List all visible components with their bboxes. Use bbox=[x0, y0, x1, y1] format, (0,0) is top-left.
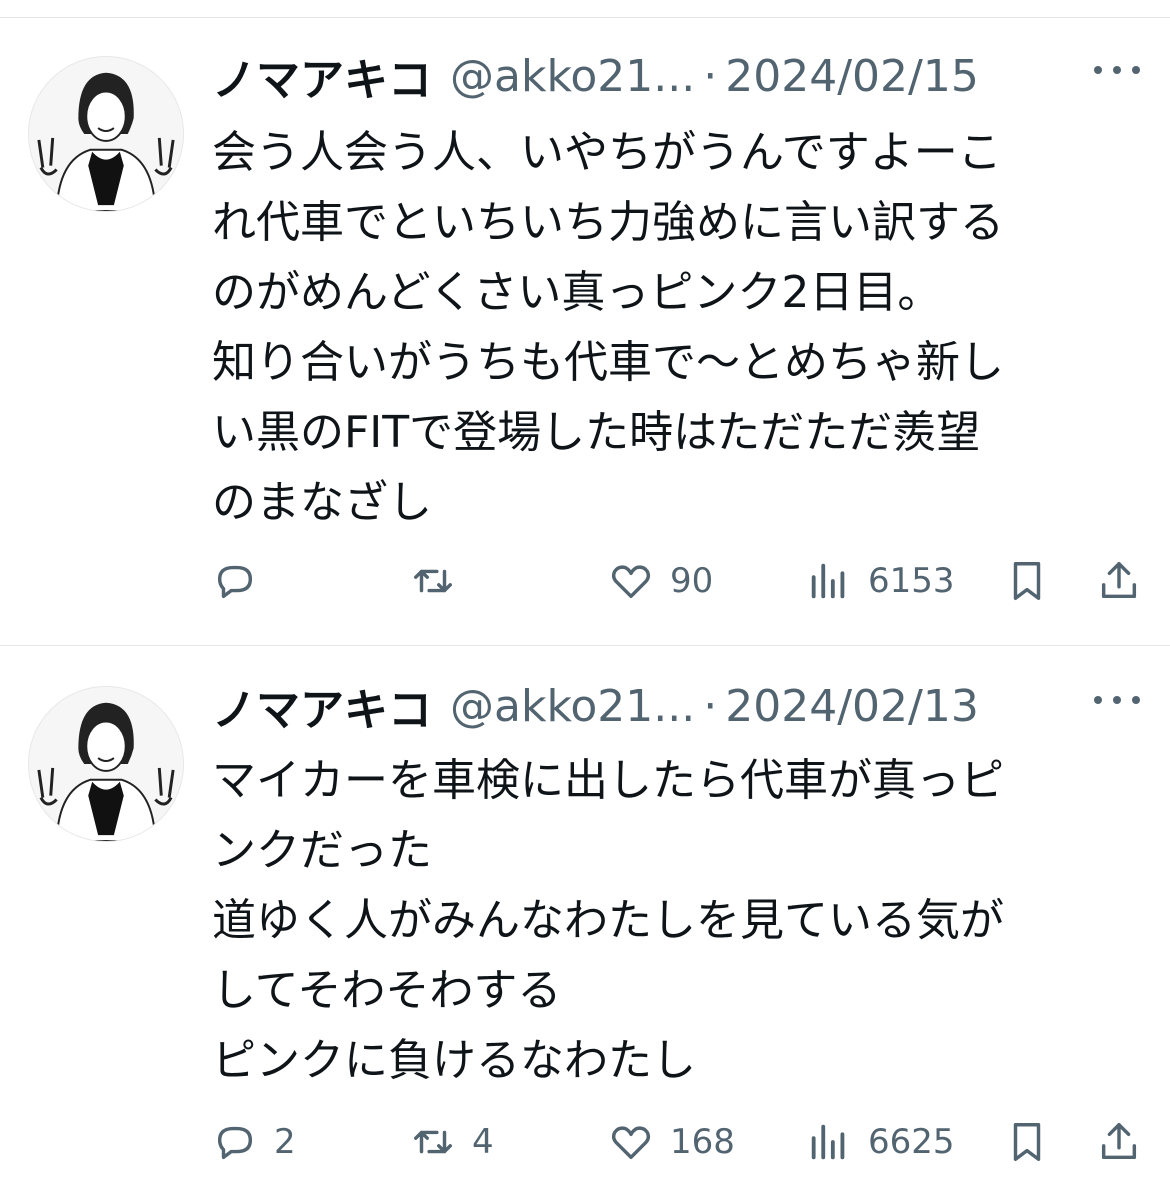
reply-button[interactable] bbox=[212, 557, 274, 605]
tweet-text-line: 道ゆく人がみんなわたしを見ている気が bbox=[212, 895, 1004, 946]
avatar[interactable] bbox=[28, 56, 184, 212]
like-count: 168 bbox=[670, 1122, 735, 1162]
like-count: 90 bbox=[670, 561, 714, 601]
bookmark-button[interactable] bbox=[1004, 1118, 1050, 1166]
tweet-text: 会う人会う人、いやちがうんですよーこ れ代車でといちいち力強めに言い訳する のが… bbox=[212, 118, 1132, 538]
avatar-illustration bbox=[29, 687, 183, 841]
tweet-text-line: してそわそわする bbox=[212, 965, 562, 1016]
share-icon bbox=[1101, 562, 1137, 599]
views-count: 6153 bbox=[868, 561, 955, 601]
avatar-illustration bbox=[29, 57, 183, 211]
tweet-header: ノマアキコ @akko21... · 2024/02/15 bbox=[212, 46, 1140, 106]
retweet-button[interactable] bbox=[410, 557, 472, 605]
retweet-count: 4 bbox=[472, 1122, 494, 1162]
tweet-text-line: ピンクに負けるなわたし bbox=[212, 1035, 696, 1086]
share-button[interactable] bbox=[1096, 557, 1142, 605]
tweet[interactable]: ノマアキコ @akko21... · 2024/02/15 会う人会う人、いやち… bbox=[0, 0, 1170, 645]
author-handle[interactable]: @akko21... bbox=[450, 51, 695, 102]
more-icon[interactable] bbox=[1094, 684, 1140, 714]
reply-icon bbox=[217, 565, 253, 599]
reply-button[interactable]: 2 bbox=[212, 1118, 296, 1166]
tweet-text-line: のがめんどくさい真っピンク2日目。 bbox=[212, 267, 942, 318]
tweet-text-line: マイカーを車検に出したら代車が真っピ bbox=[212, 755, 1004, 806]
retweet-icon bbox=[414, 569, 452, 593]
views-icon bbox=[811, 1124, 845, 1160]
separator: · bbox=[703, 50, 718, 102]
share-button[interactable] bbox=[1096, 1118, 1142, 1166]
tweet-date[interactable]: 2024/02/15 bbox=[725, 51, 979, 102]
reply-count: 2 bbox=[274, 1122, 296, 1162]
views-icon bbox=[811, 563, 845, 599]
like-button[interactable]: 168 bbox=[608, 1118, 735, 1166]
retweet-button[interactable]: 4 bbox=[410, 1118, 494, 1166]
tweet-text-line: れ代車でといちいち力強めに言い訳する bbox=[212, 197, 1004, 248]
retweet-icon bbox=[414, 1130, 452, 1154]
action-bar: 2 4 168 6625 bbox=[212, 1118, 1144, 1166]
reply-icon bbox=[217, 1126, 253, 1160]
share-icon bbox=[1101, 1123, 1137, 1160]
tweet-date[interactable]: 2024/02/13 bbox=[725, 681, 979, 732]
author-name[interactable]: ノマアキコ bbox=[212, 44, 432, 108]
bookmark-button[interactable] bbox=[1004, 557, 1050, 605]
tweet-header: ノマアキコ @akko21... · 2024/02/13 bbox=[212, 676, 1140, 736]
views-button[interactable]: 6153 bbox=[806, 557, 955, 605]
author-name[interactable]: ノマアキコ bbox=[212, 674, 432, 738]
heart-icon bbox=[611, 565, 651, 599]
views-button[interactable]: 6625 bbox=[806, 1118, 955, 1166]
bookmark-icon bbox=[1013, 1123, 1041, 1161]
tweet-text-line: のまなざし bbox=[212, 477, 432, 528]
separator: · bbox=[703, 680, 718, 732]
avatar[interactable] bbox=[28, 686, 184, 842]
author-handle[interactable]: @akko21... bbox=[450, 681, 695, 732]
heart-icon bbox=[611, 1126, 651, 1160]
tweet-text-line: 知り合いがうちも代車で〜とめちゃ新し bbox=[212, 337, 1004, 388]
more-icon[interactable] bbox=[1094, 54, 1140, 84]
views-count: 6625 bbox=[868, 1122, 955, 1162]
tweet-text: マイカーを車検に出したら代車が真っピ ンクだった 道ゆく人がみんなわたしを見てい… bbox=[212, 746, 1132, 1096]
tweet-text-line: 会う人会う人、いやちがうんですよーこ bbox=[212, 127, 1002, 178]
bookmark-icon bbox=[1013, 562, 1041, 600]
like-button[interactable]: 90 bbox=[608, 557, 713, 605]
tweet-text-line: ンクだった bbox=[212, 825, 432, 876]
tweet-text-line: い黒のFITで登場した時はただただ羨望 bbox=[212, 407, 981, 458]
tweet[interactable]: ノマアキコ @akko21... · 2024/02/13 マイカーを車検に出し… bbox=[0, 646, 1170, 1190]
action-bar: 90 6153 bbox=[212, 557, 1144, 605]
